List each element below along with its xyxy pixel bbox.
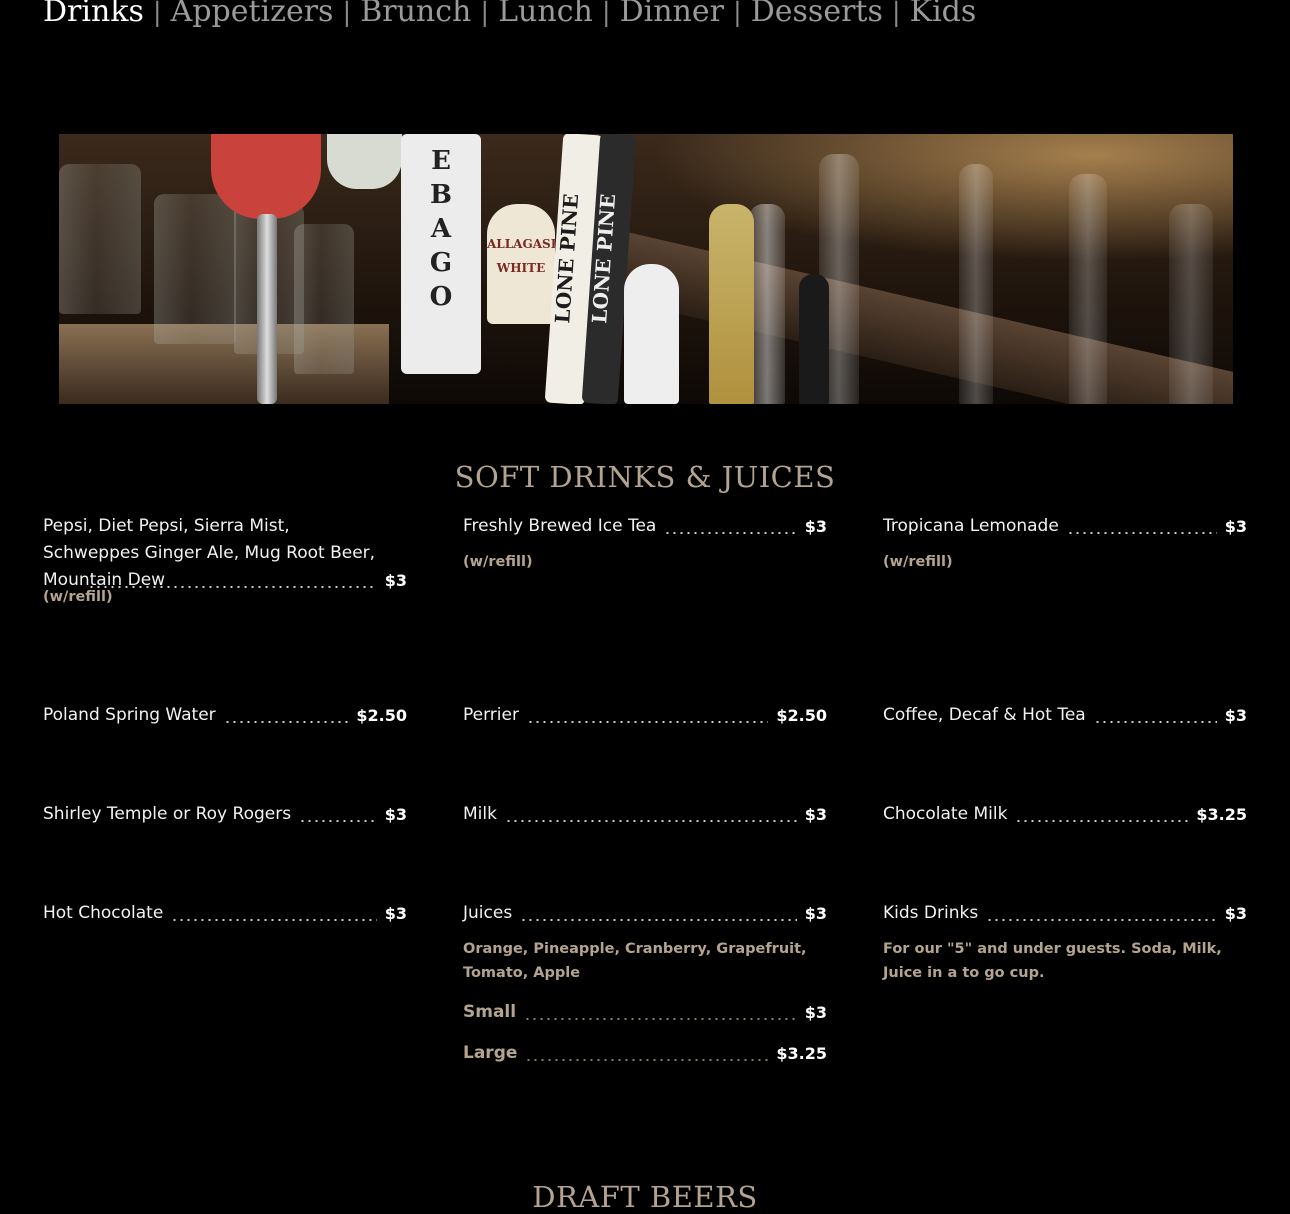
menu-item-milk: Milk $3 (463, 801, 827, 828)
tab-dinner[interactable]: Dinner (620, 0, 724, 29)
hero-tap-handle (211, 134, 321, 219)
item-price: $3 (384, 571, 407, 590)
item-note: (w/refill) (463, 554, 533, 570)
leader-dots (1015, 820, 1189, 822)
menu-item-ice-tea: Freshly Brewed Ice Tea $3 (w/refill) (463, 513, 827, 574)
item-name: Hot Chocolate (43, 903, 164, 923)
hero-bar-taps-image: EBAGO ALLAGASH WHITE LONE PINE LONE PINE (59, 134, 1233, 404)
item-name: Chocolate Milk (883, 804, 1008, 824)
hero-bottle (959, 164, 993, 404)
nav-separator: | (732, 0, 742, 28)
hero-tap-handle (327, 134, 402, 189)
nav-separator: | (891, 0, 901, 28)
size-name: Large (463, 1043, 518, 1063)
hero-tap-handle (624, 264, 679, 404)
menu-item-chocolate-milk: Chocolate Milk $3.25 (883, 801, 1247, 828)
tab-drinks[interactable]: Drinks (43, 0, 144, 29)
hero-tap-label: EBAGO (429, 146, 453, 312)
menu-item-coffee: Coffee, Decaf & Hot Tea $3 (883, 702, 1247, 729)
hero-glass (59, 164, 141, 314)
hero-tap-handle (799, 274, 829, 404)
hero-bottle (1169, 204, 1213, 404)
size-name: Small (463, 1002, 517, 1022)
leader-dots (986, 919, 1217, 921)
item-name: Milk (463, 804, 497, 824)
leader-dots (1066, 532, 1217, 534)
menu-item-lemonade: Tropicana Lemonade $3 (w/refill) (883, 513, 1247, 574)
item-name: Poland Spring Water (43, 705, 216, 725)
leader-dots (504, 820, 797, 822)
section-title-draft-beers: DRAFT BEERS (532, 1180, 758, 1214)
size-option-large: Large $3.25 (463, 1040, 827, 1067)
menu-item-water: Poland Spring Water $2.50 (43, 702, 407, 729)
size-price: $3.25 (776, 1044, 827, 1063)
menu-item-hot-chocolate: Hot Chocolate $3 (43, 900, 407, 927)
size-price: $3 (804, 1003, 827, 1022)
hero-tap-handle: EBAGO (401, 134, 481, 374)
nav-separator: | (601, 0, 611, 28)
item-name: Shirley Temple or Roy Rogers (43, 804, 292, 824)
leader-dots (664, 532, 797, 534)
menu-item-juices: Juices $3 Orange, Pineapple, Cranberry, … (463, 900, 827, 1067)
tab-lunch[interactable]: Lunch (498, 0, 593, 29)
hero-tap-faucet (257, 214, 277, 404)
menu-item-perrier: Perrier $2.50 (463, 702, 827, 729)
item-name: Juices (463, 903, 513, 923)
item-price: $2.50 (356, 706, 407, 725)
item-price: $3 (1224, 706, 1247, 725)
leader-dots (520, 919, 797, 921)
item-price: $3 (804, 805, 827, 824)
menu-nav: Drinks | Appetizers | Brunch | Lunch | Dinner | De… (43, 0, 976, 37)
leader-dots (524, 1018, 797, 1020)
item-price: $3 (804, 517, 827, 536)
hero-bottle (1069, 174, 1107, 404)
hero-glass (154, 194, 236, 344)
item-name: Kids Drinks (883, 903, 979, 923)
nav-separator: | (152, 0, 162, 28)
nav-separator: | (480, 0, 490, 28)
item-note: (w/refill) (883, 554, 953, 570)
size-option-small: Small $3 (463, 999, 827, 1026)
leader-dots (171, 919, 377, 921)
section-title-soft-drinks: SOFT DRINKS & JUICES (454, 460, 836, 494)
nav-separator: | (342, 0, 352, 28)
menu-item-kids-drinks: Kids Drinks $3 For our "5" and under gue… (883, 900, 1247, 985)
tab-kids[interactable]: Kids (910, 0, 977, 29)
item-price: $3 (1224, 517, 1247, 536)
tab-desserts[interactable]: Desserts (751, 0, 883, 29)
tab-appetizers[interactable]: Appetizers (171, 0, 334, 29)
menu-item-shirley-temple: Shirley Temple or Roy Rogers $3 (43, 801, 407, 828)
item-name: Tropicana Lemonade (883, 516, 1059, 536)
leader-dots (1093, 721, 1217, 723)
item-note: Orange, Pineapple, Cranberry, Grapefruit… (463, 941, 807, 981)
leader-dots (526, 721, 769, 723)
hero-tap-handle (709, 204, 754, 404)
item-note: For our "5" and under guests. Soda, Milk… (883, 941, 1222, 981)
item-price: $3 (384, 904, 407, 923)
hero-tap-handle: ALLAGASH WHITE (487, 204, 563, 324)
menu-item-soda: Pepsi, Diet Pepsi, Sierra Mist, Schweppe… (43, 513, 407, 609)
item-name: Coffee, Decaf & Hot Tea (883, 705, 1086, 725)
leader-dots (525, 1059, 769, 1061)
leader-dots (88, 586, 377, 588)
item-name: Perrier (463, 705, 519, 725)
hero-glass (294, 224, 354, 374)
tab-brunch[interactable]: Brunch (360, 0, 471, 29)
item-price: $3 (804, 904, 827, 923)
hero-tap-label: ALLAGASH WHITE (487, 237, 563, 275)
item-price: $3 (384, 805, 407, 824)
hero-bottle (749, 204, 785, 404)
leader-dots (223, 721, 349, 723)
item-price: $3 (1224, 904, 1247, 923)
leader-dots (299, 820, 377, 822)
item-price: $2.50 (776, 706, 827, 725)
item-name: Freshly Brewed Ice Tea (463, 516, 657, 536)
item-price: $3.25 (1196, 805, 1247, 824)
soda-price-row: $3 (80, 567, 407, 594)
